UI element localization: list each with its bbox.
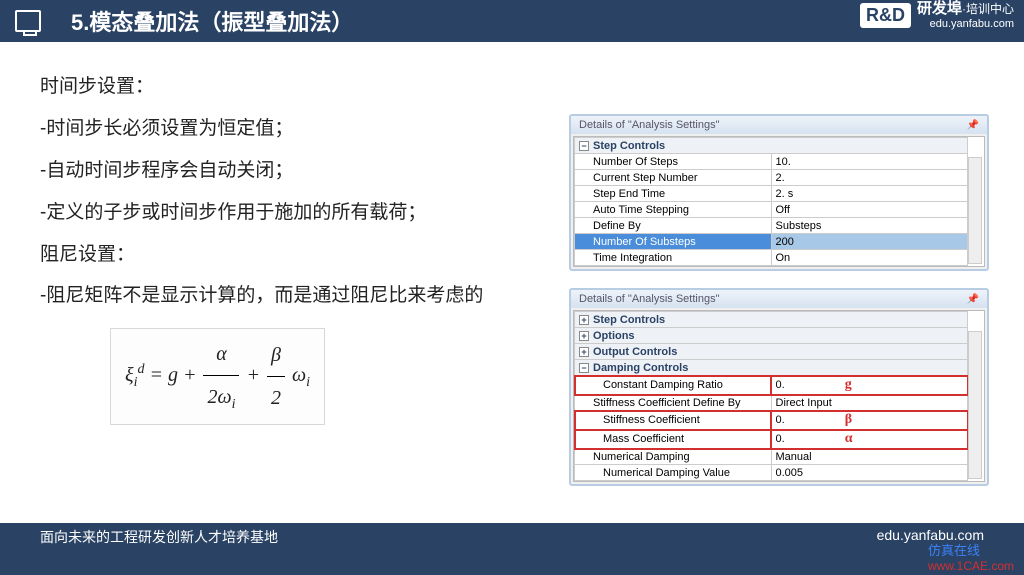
details-panel-2: Details of "Analysis Settings" 📌 +Step C… [569, 288, 989, 486]
section-header-row[interactable]: −Damping Controls [575, 360, 968, 376]
table-row-highlighted[interactable]: Mass Coefficient0.α [575, 430, 968, 449]
watermark-url: www.1CAE.com [928, 559, 1014, 573]
collapse-icon[interactable]: − [579, 363, 589, 373]
damping-controls-table: +Step Controls +Options +Output Controls… [574, 311, 968, 481]
section-header-row[interactable]: +Step Controls [575, 312, 968, 328]
panel-titlebar[interactable]: Details of "Analysis Settings" 📌 [571, 116, 987, 134]
pin-icon[interactable]: 📌 [967, 294, 979, 305]
brand-logo: R&D 研发埠·培训中心 edu.yanfabu.com [860, 0, 1014, 31]
expand-icon[interactable]: + [579, 315, 589, 325]
panel-titlebar[interactable]: Details of "Analysis Settings" 📌 [571, 290, 987, 308]
brand-url: edu.yanfabu.com [917, 18, 1014, 31]
details-panel-1: Details of "Analysis Settings" 📌 −Step C… [569, 114, 989, 271]
table-row[interactable]: Auto Time SteppingOff [575, 202, 968, 218]
panel-title: Details of "Analysis Settings" [579, 293, 719, 305]
footer-text-left: 面向未来的工程研发创新人才培养基地 [40, 527, 877, 547]
table-row[interactable]: Time IntegrationOn [575, 250, 968, 266]
table-row-highlighted[interactable]: Stiffness Coefficient0.β [575, 411, 968, 430]
brand-name: 研发埠 [917, 0, 962, 17]
section-header-row[interactable]: +Options [575, 328, 968, 344]
table-row[interactable]: Step End Time2. s [575, 186, 968, 202]
step-controls-table: −Step Controls Number Of Steps10. Curren… [574, 137, 968, 266]
text-line-3: -自动时间步程序会自动关闭； [40, 151, 490, 191]
slide-header: 5.模态叠加法（振型叠加法） R&D 研发埠·培训中心 edu.yanfabu.… [0, 0, 1024, 42]
scrollbar[interactable] [968, 331, 982, 479]
table-row[interactable]: Number Of Steps10. [575, 154, 968, 170]
rd-badge: R&D [860, 3, 911, 28]
expand-icon[interactable]: + [579, 347, 589, 357]
text-line-2: -时间步长必须设置为恒定值； [40, 109, 490, 149]
text-line-5: 阻尼设置： [40, 235, 490, 275]
content-area: 时间步设置： -时间步长必须设置为恒定值； -自动时间步程序会自动关闭； -定义… [0, 42, 1024, 522]
body-text: 时间步设置： -时间步长必须设置为恒定值； -自动时间步程序会自动关闭； -定义… [40, 67, 490, 425]
table-row[interactable]: Numerical Damping Value0.005 [575, 465, 968, 481]
text-line-6: -阻尼矩阵不是显示计算的，而是通过阻尼比来考虑的 [40, 276, 490, 316]
table-row[interactable]: Stiffness Coefficient Define ByDirect In… [575, 395, 968, 411]
table-row[interactable]: Numerical DampingManual [575, 449, 968, 465]
pin-icon[interactable]: 📌 [967, 120, 979, 131]
slide-footer: 面向未来的工程研发创新人才培养基地 edu.yanfabu.com 仿真在线 w… [0, 523, 1024, 575]
table-row[interactable]: Current Step Number2. [575, 170, 968, 186]
watermark-name: 仿真在线 [928, 543, 1014, 559]
section-header-row[interactable]: −Step Controls [575, 138, 968, 154]
table-row-selected[interactable]: Number Of Substeps200 [575, 234, 968, 250]
formula: ξid = g + α2ωi + β2 ωi [110, 328, 325, 424]
watermark: 仿真在线 www.1CAE.com [928, 543, 1014, 573]
text-line-1: 时间步设置： [40, 67, 490, 107]
footer-text-right: edu.yanfabu.com [877, 527, 984, 543]
section-header-row[interactable]: +Output Controls [575, 344, 968, 360]
scrollbar[interactable] [968, 157, 982, 264]
slide-title: 5.模态叠加法（振型叠加法） [71, 5, 353, 37]
collapse-icon[interactable]: − [579, 141, 589, 151]
brand-suffix: ·培训中心 [962, 2, 1014, 16]
monitor-icon [15, 10, 41, 32]
table-row[interactable]: Define BySubsteps [575, 218, 968, 234]
expand-icon[interactable]: + [579, 331, 589, 341]
panel-title: Details of "Analysis Settings" [579, 119, 719, 131]
table-row-highlighted[interactable]: Constant Damping Ratio0.g [575, 376, 968, 395]
text-line-4: -定义的子步或时间步作用于施加的所有载荷； [40, 193, 490, 233]
